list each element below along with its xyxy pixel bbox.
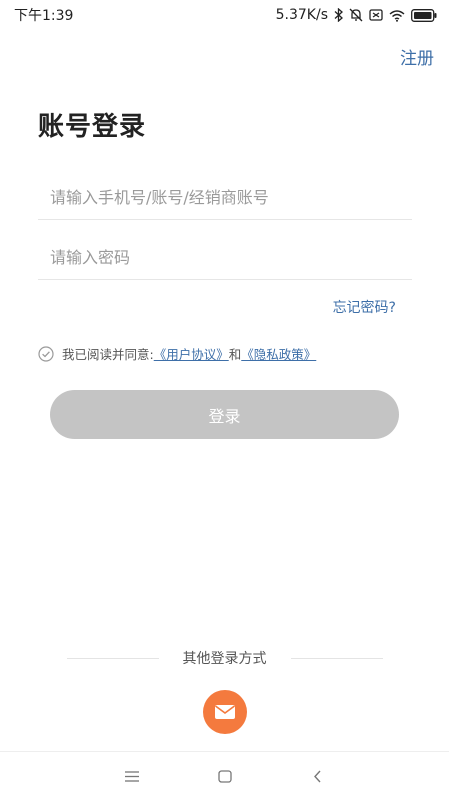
menu-nav-button[interactable]	[117, 761, 147, 791]
status-icons: 5.37K/s	[276, 7, 437, 23]
other-login-divider: 其他登录方式	[0, 648, 449, 668]
menu-icon	[124, 770, 139, 782]
account-input[interactable]	[38, 176, 412, 219]
agreement-row: 我已阅读并同意: 《用户协议》 和 《隐私政策》	[38, 344, 316, 363]
agreement-checkbox-icon[interactable]	[38, 345, 54, 362]
home-nav-button[interactable]	[210, 761, 240, 791]
battery-icon	[411, 8, 437, 22]
other-login-label: 其他登录方式	[182, 651, 267, 667]
status-time: 下午1:39	[14, 8, 74, 24]
back-nav-button[interactable]	[303, 761, 333, 791]
login-screen: 下午1:39 5.37K/s 注册 账号登录 请输入手机号/账号/经销商账号 忘…	[0, 0, 449, 800]
home-square-icon	[217, 769, 232, 783]
back-chevron-icon	[314, 770, 321, 782]
mail-icon	[215, 705, 235, 719]
user-agreement-link[interactable]: 《用户协议》	[154, 344, 229, 363]
system-nav-bar	[0, 751, 449, 800]
wifi-icon	[389, 9, 405, 22]
password-field	[38, 236, 412, 280]
network-speed: 5.37K/s	[275, 7, 328, 23]
register-link[interactable]: 注册	[400, 44, 434, 69]
bluetooth-icon	[334, 8, 343, 22]
agreement-conjunction: 和	[228, 347, 242, 362]
forgot-password-link[interactable]: 忘记密码?	[333, 297, 396, 317]
mail-login-button[interactable]	[203, 690, 247, 734]
status-bar: 下午1:39 5.37K/s	[0, 0, 449, 30]
divider-line-left	[66, 657, 159, 659]
page-title: 账号登录	[38, 112, 147, 142]
divider-line-right	[290, 657, 383, 659]
login-button[interactable]: 登录	[50, 390, 399, 439]
password-input[interactable]	[38, 236, 412, 279]
account-field	[38, 176, 412, 220]
mute-icon	[349, 8, 363, 22]
agreement-prefix: 我已阅读并同意:	[62, 347, 154, 362]
sim-icon	[369, 9, 383, 21]
privacy-policy-link[interactable]: 《隐私政策》	[241, 344, 316, 363]
